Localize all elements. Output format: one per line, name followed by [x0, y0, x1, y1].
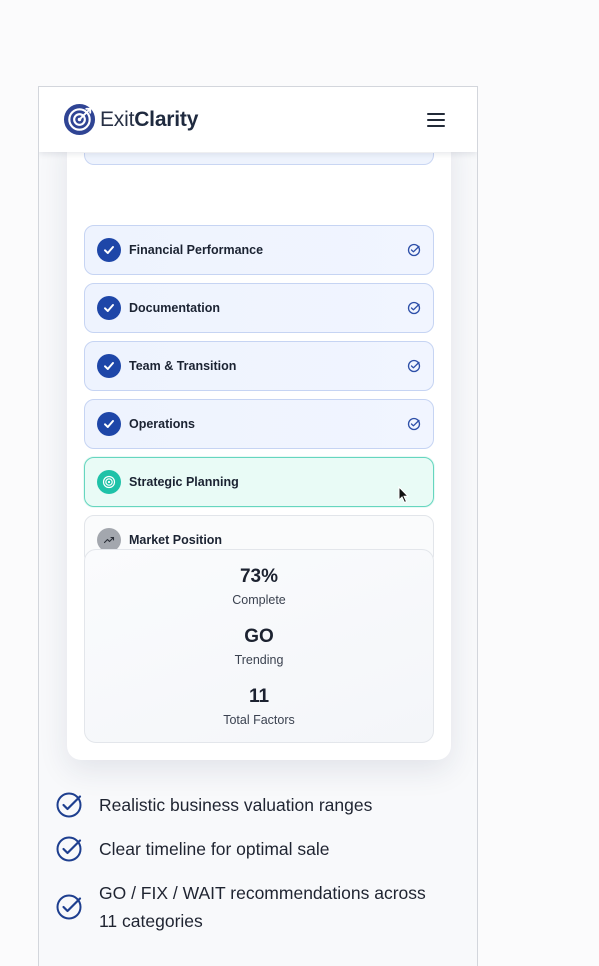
check-circle-icon: [407, 243, 421, 257]
benefit-text: GO / FIX / WAIT recommendations across 1…: [99, 883, 426, 931]
factor-label: Documentation: [129, 301, 220, 315]
benefit-text: Clear timeline for optimal sale: [99, 839, 330, 859]
check-circle-icon: [56, 836, 82, 862]
target-icon: [97, 470, 121, 494]
check-badge-icon: [97, 354, 121, 378]
check-circle-icon: [407, 417, 421, 431]
stat-total-factors: 11 Total Factors: [85, 686, 433, 727]
factor-item-partial: [84, 153, 434, 165]
check-circle-icon: [407, 301, 421, 315]
factor-item[interactable]: Operations: [84, 399, 434, 449]
mouse-pointer-icon: [398, 486, 410, 504]
stat-value: 11: [248, 686, 270, 707]
benefit-item: GO / FIX / WAIT recommendations across 1…: [55, 879, 435, 935]
check-badge-icon: [97, 412, 121, 436]
factor-item[interactable]: Financial Performance: [84, 225, 434, 275]
benefit-item: Clear timeline for optimal sale: [55, 835, 330, 863]
hamburger-menu-icon[interactable]: [427, 112, 445, 127]
check-badge-icon: [97, 238, 121, 262]
brand-name: ExitClarity: [100, 107, 199, 131]
check-badge-icon: [97, 296, 121, 320]
target-arrow-logo-icon: [63, 103, 96, 136]
stat-complete: 73% Complete: [85, 566, 433, 607]
progress-summary: 73% Complete GO Trending 11 Total Factor…: [84, 549, 434, 743]
factor-item[interactable]: Team & Transition: [84, 341, 434, 391]
stat-value: GO: [244, 626, 274, 647]
factor-item[interactable]: Documentation: [84, 283, 434, 333]
factor-label: Operations: [129, 417, 195, 431]
factor-label: Strategic Planning: [129, 475, 239, 489]
app-frame: ExitClarity Financial Performance Docume…: [38, 86, 478, 966]
assessment-progress-card: Financial Performance Documentation Team…: [67, 127, 451, 760]
stat-value: 73%: [239, 566, 279, 587]
stat-trending: GO Trending: [85, 626, 433, 667]
stat-label: Trending: [234, 653, 284, 667]
benefit-item: Realistic business valuation ranges: [55, 791, 372, 819]
stat-label: Complete: [232, 593, 286, 607]
brand-logo[interactable]: ExitClarity: [63, 103, 198, 136]
check-circle-icon: [56, 792, 82, 818]
check-circle-icon: [407, 359, 421, 373]
stat-label: Total Factors: [223, 713, 295, 727]
check-circle-icon: [56, 894, 82, 920]
factor-item-active[interactable]: Strategic Planning: [84, 457, 434, 507]
factor-label: Financial Performance: [129, 243, 264, 257]
site-header: ExitClarity: [39, 87, 477, 152]
benefit-text: Realistic business valuation ranges: [99, 795, 373, 815]
factor-label: Market Position: [129, 533, 223, 547]
factor-label: Team & Transition: [129, 359, 237, 373]
